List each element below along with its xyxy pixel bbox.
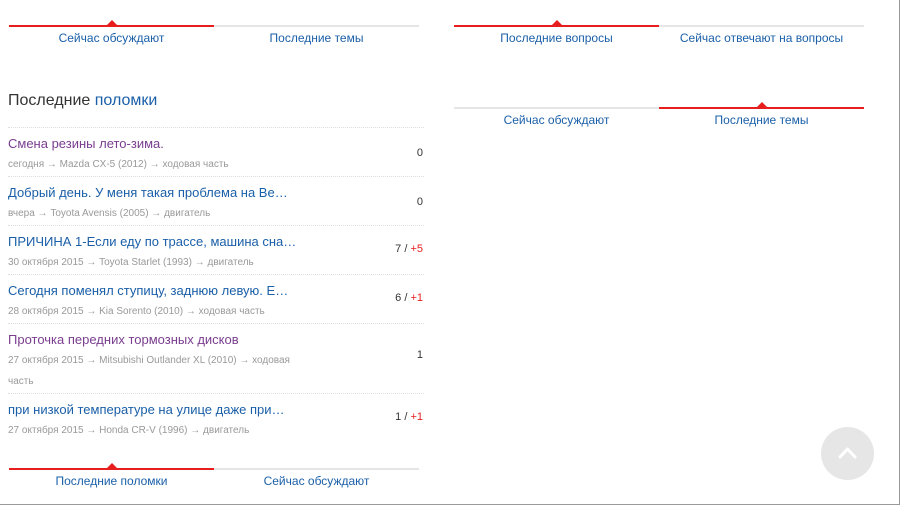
topic-meta: сегодня → Mazda CX-5 (2012) → ходовая ча… (8, 159, 229, 170)
topic-link[interactable]: Смена резины лето-зима. (8, 136, 308, 152)
tab-label: Последние вопросы (500, 31, 613, 45)
tab-active-bar (9, 468, 214, 470)
tabs-bottom-left: Последние поломки Сейчас обсуждают (9, 443, 419, 488)
reply-count-value: 6 / (395, 292, 411, 304)
tab-active-bar (659, 107, 864, 109)
breakdown-list: Смена резины лето-зима. сегодня → Mazda … (8, 127, 424, 442)
chevron-up-icon (838, 447, 857, 459)
list-item: Сегодня поменял ступицу, заднюю левую. Е… (8, 274, 424, 323)
tab-discussing-now[interactable]: Сейчас обсуждают (214, 443, 419, 488)
tab-label: Последние темы (269, 31, 364, 45)
tabs-top-right: Последние вопросы Сейчас отвечают на воп… (454, 0, 864, 45)
tab-label: Последние темы (714, 113, 809, 127)
tab-active-marker (756, 102, 767, 107)
tab-label: Сейчас обсуждают (58, 31, 165, 45)
topic-meta: 27 октября 2015 → Mitsubishi Outlander X… (8, 355, 290, 387)
reply-count: 1 / +1 (395, 411, 423, 423)
section-title: Последние поломки (8, 92, 157, 110)
tab-discussing-now[interactable]: Сейчас обсуждают (9, 0, 214, 45)
tab-active-marker (106, 20, 117, 25)
new-replies-badge: +1 (410, 411, 423, 423)
tab-active-marker (106, 463, 117, 468)
reply-count-value: 0 (416, 147, 423, 159)
tab-answering-now[interactable]: Сейчас отвечают на вопросы (659, 0, 864, 45)
reply-count: 6 / +1 (395, 292, 423, 304)
list-item: ПРИЧИНА 1-Если еду по трассе, машина сна… (8, 225, 424, 274)
topic-link[interactable]: Проточка передних тормозных дисков (8, 332, 308, 348)
topic-meta: 27 октября 2015 → Honda CR-V (1996) → дв… (8, 425, 250, 436)
reply-count-value: 7 / (395, 243, 411, 255)
tab-latest-topics[interactable]: Последние темы (659, 82, 864, 127)
reply-count-value: 1 (416, 349, 423, 361)
new-replies-badge: +1 (410, 292, 423, 304)
tab-active-marker (551, 20, 562, 25)
reply-count: 1 (417, 349, 423, 361)
new-replies-badge: +5 (410, 243, 423, 255)
topic-meta: вчера → Toyota Avensis (2005) → двигател… (8, 208, 211, 219)
reply-count-value: 1 / (395, 411, 411, 423)
tab-label: Сейчас отвечают на вопросы (679, 31, 844, 45)
topic-link[interactable]: Сегодня поменял ступицу, заднюю левую. Е… (8, 283, 308, 299)
reply-count: 0 (417, 147, 423, 159)
scroll-to-top-button[interactable] (821, 427, 874, 480)
list-item: Смена резины лето-зима. сегодня → Mazda … (8, 127, 424, 176)
list-item: Проточка передних тормозных дисков 27 ок… (8, 323, 424, 393)
tab-active-bar (9, 25, 214, 27)
tab-label: Последние поломки (55, 474, 168, 488)
tab-active-bar (454, 25, 659, 27)
section-title-prefix: Последние (8, 92, 91, 109)
tab-label: Сейчас обсуждают (503, 113, 610, 127)
tab-latest-topics[interactable]: Последние темы (214, 0, 419, 45)
reply-count: 0 (417, 196, 423, 208)
list-item: при низкой температуре на улице даже при… (8, 393, 424, 442)
topic-link[interactable]: ПРИЧИНА 1-Если еду по трассе, машина сна… (8, 234, 308, 250)
tab-label: Сейчас обсуждают (263, 474, 370, 488)
tab-discussing-now[interactable]: Сейчас обсуждают (454, 82, 659, 127)
topic-meta: 28 октября 2015 → Kia Sorento (2010) → х… (8, 306, 265, 317)
tab-latest-questions[interactable]: Последние вопросы (454, 0, 659, 45)
topic-link[interactable]: при низкой температуре на улице даже при… (8, 402, 308, 418)
topic-link[interactable]: Добрый день. У меня такая проблема на Ве… (8, 185, 308, 201)
list-item: Добрый день. У меня такая проблема на Ве… (8, 176, 424, 225)
tab-latest-breakdowns[interactable]: Последние поломки (9, 443, 214, 488)
reply-count: 7 / +5 (395, 243, 423, 255)
section-title-highlight: поломки (94, 92, 158, 109)
topic-meta: 30 октября 2015 → Toyota Starlet (1993) … (8, 257, 254, 268)
tabs-top-left: Сейчас обсуждают Последние темы (9, 0, 419, 45)
reply-count-value: 0 (416, 196, 423, 208)
tabs-right-second: Сейчас обсуждают Последние темы (454, 82, 864, 127)
